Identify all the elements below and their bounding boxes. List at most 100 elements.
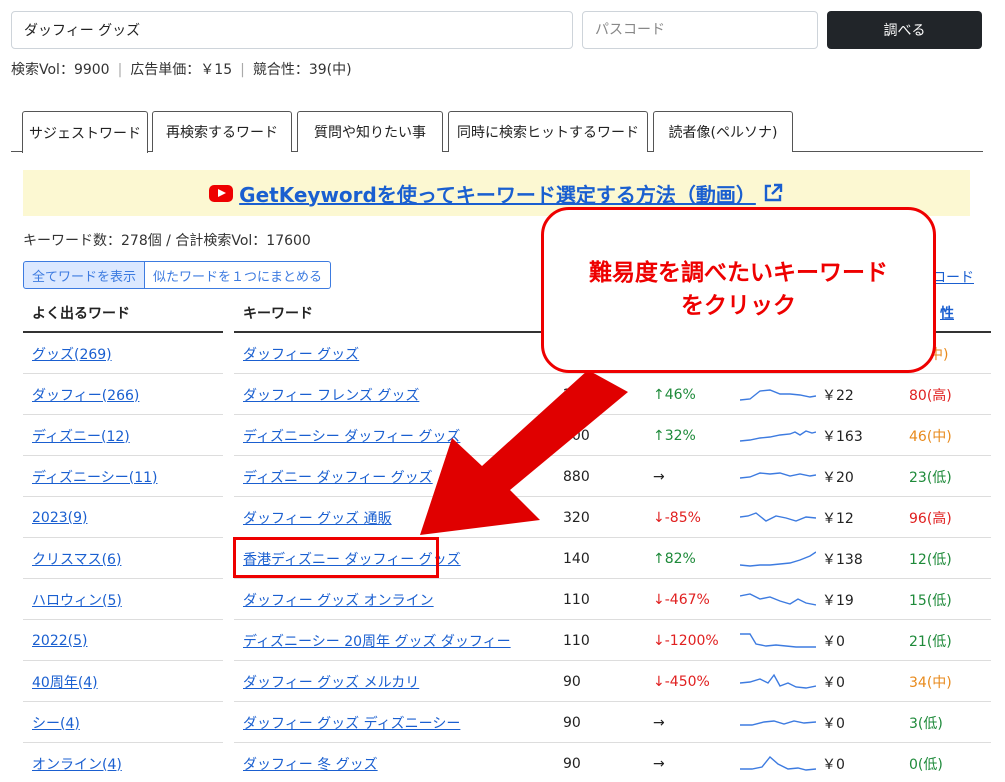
video-guide-link[interactable]: GetKeywordを使ってキーワード選定する方法（動画） — [209, 179, 784, 208]
trend-sparkline — [740, 512, 816, 522]
competition-cell: 23(低) — [909, 469, 952, 486]
keyword-stats: 検索Vol：9900 | 広告単価：￥15 | 競合性：39(中) — [11, 59, 352, 79]
table-row: ハロウィン(5) ダッフィー グッズ オンライン 110 ↓-467% ￥19 15(低) — [0, 579, 1005, 620]
stats-separator: | — [240, 62, 245, 78]
cpc-cell: ￥0 — [822, 633, 845, 650]
trend-sparkline — [740, 389, 816, 401]
frequent-word-link[interactable]: 40周年(4) — [32, 672, 98, 692]
cpc-cell: ￥0 — [822, 715, 845, 732]
trend-sparkline — [740, 430, 816, 442]
volume-cell: 140 — [563, 550, 590, 567]
frequent-word-link[interactable]: シー(4) — [32, 713, 80, 733]
tab-suggest[interactable]: サジェストワード — [22, 111, 148, 153]
table-row: オンライン(4) ダッフィー 冬 グッズ 90 → ￥0 0(低) — [0, 743, 1005, 782]
frequent-word-link[interactable]: オンライン(4) — [32, 754, 122, 774]
trend-sparkline — [740, 673, 816, 689]
trend-cell: ↓-1200% — [653, 632, 719, 649]
search-button[interactable]: 調べる — [827, 11, 982, 49]
tab-questions[interactable]: 質問や知りたい事 — [297, 111, 443, 152]
trend-cell: ↑46% — [653, 386, 696, 403]
volume-cell: 110 — [563, 591, 590, 608]
stats-separator: | — [117, 62, 123, 78]
table-row: 40周年(4) ダッフィー グッズ メルカリ 90 ↓-450% ￥0 34(中) — [0, 661, 1005, 702]
keyword-link[interactable]: ダッフィー グッズ — [243, 344, 359, 364]
cpc-cell: ￥20 — [822, 469, 854, 486]
competition-cell: 3(低) — [909, 715, 943, 732]
cpc-cell: ￥12 — [822, 510, 854, 527]
competition-cell: 96(高) — [909, 510, 952, 527]
trend-cell: ↑82% — [653, 550, 696, 567]
keyword-summary: キーワード数：278個 / 合計検索Vol：17600 — [23, 233, 311, 249]
col-keyword-header: キーワード — [243, 306, 313, 322]
table-row: シー(4) ダッフィー グッズ ディズニーシー 90 → ￥0 3(低) — [0, 702, 1005, 743]
youtube-icon — [209, 184, 234, 202]
cpc-cell: ￥22 — [822, 387, 854, 404]
trend-sparkline — [740, 551, 816, 567]
cpc-cell: ￥138 — [822, 551, 863, 568]
trend-sparkline — [740, 593, 816, 606]
trend-sparkline — [740, 720, 816, 726]
cpc-cell: ￥0 — [822, 756, 845, 773]
highlight-box — [233, 537, 439, 578]
passcode-input[interactable] — [582, 11, 818, 49]
cpc-cell: ￥19 — [822, 592, 854, 609]
frequent-word-link[interactable]: グッズ(269) — [32, 344, 112, 364]
pointer-arrow-icon — [420, 370, 628, 535]
trend-cell: → — [653, 468, 665, 485]
cpc-cell: ￥0 — [822, 674, 845, 691]
trend-sparkline — [740, 755, 816, 771]
trend-cell: ↓-450% — [653, 673, 710, 690]
trend-cell: ↓-467% — [653, 591, 710, 608]
show-all-toggle[interactable]: 全てワードを表示 — [23, 261, 146, 289]
tab-cohit[interactable]: 同時に検索ヒットするワード — [448, 111, 648, 152]
competition-value: 競合性：39(中) — [252, 62, 352, 78]
frequent-word-link[interactable]: ハロウィン(5) — [32, 590, 122, 610]
video-guide-text: GetKeywordを使ってキーワード選定する方法（動画） — [239, 182, 756, 207]
competition-cell: 15(低) — [909, 592, 952, 609]
instruction-callout: 難易度を調べたいキーワード をクリック — [541, 207, 936, 373]
volume-cell: 110 — [563, 632, 590, 649]
competition-cell: 34(中) — [909, 674, 952, 691]
competition-cell: 80(高) — [909, 387, 952, 404]
table-row: 2022(5) ディズニーシー 20周年 グッズ ダッフィー 110 ↓-1200% ￥… — [0, 620, 1005, 661]
keyword-link[interactable]: ディズニーシー 20周年 グッズ ダッフィー — [243, 631, 511, 651]
frequent-word-link[interactable]: ディズニーシー(11) — [32, 467, 157, 487]
keyword-link[interactable]: ダッフィー グッズ メルカリ — [243, 672, 419, 692]
search-volume: 検索Vol：9900 — [11, 62, 110, 78]
volume-cell: 90 — [563, 673, 581, 690]
trend-sparkline — [740, 472, 816, 479]
keyword-link[interactable]: ダッフィー 冬 グッズ — [243, 754, 378, 774]
external-link-icon — [764, 183, 783, 202]
view-toggle: 全てワードを表示 似たワードを１つにまとめる — [23, 261, 332, 289]
keyword-search-input[interactable] — [11, 11, 573, 49]
callout-line-1: 難易度を調べたいキーワード — [589, 259, 888, 286]
keyword-link[interactable]: ダッフィー フレンズ グッズ — [243, 385, 419, 405]
trend-cell: ↑32% — [653, 427, 696, 444]
trend-cell: ↓-85% — [653, 509, 701, 526]
volume-cell: 90 — [563, 714, 581, 731]
frequent-word-link[interactable]: ダッフィー(266) — [32, 385, 139, 405]
keyword-link[interactable]: ダッフィー グッズ 通販 — [243, 508, 392, 528]
frequent-word-link[interactable]: 2022(5) — [32, 633, 87, 649]
competition-cell: 0(低) — [909, 756, 943, 773]
group-similar-toggle[interactable]: 似たワードを１つにまとめる — [145, 261, 332, 289]
tab-persona[interactable]: 読者像(ペルソナ) — [653, 111, 793, 152]
frequent-word-link[interactable]: 2023(9) — [32, 510, 87, 526]
download-link[interactable]: ロード — [932, 267, 974, 287]
tab-research[interactable]: 再検索するワード — [152, 111, 292, 152]
table-row: クリスマス(6) 香港ディズニー ダッフィー グッズ 140 ↑82% ￥138 12(低… — [0, 538, 1005, 579]
volume-cell: 90 — [563, 755, 581, 772]
col-competition-header[interactable]: 性 — [940, 303, 954, 323]
competition-cell: 21(低) — [909, 633, 952, 650]
keyword-link[interactable]: ダッフィー グッズ オンライン — [243, 590, 434, 610]
trend-cell: → — [653, 755, 665, 772]
cpc-value: 広告単価：￥15 — [130, 62, 233, 78]
col-frequent-header: よく出るワード — [32, 306, 130, 322]
cpc-cell: ￥163 — [822, 428, 863, 445]
trend-sparkline — [740, 633, 816, 648]
frequent-word-link[interactable]: ディズニー(12) — [32, 426, 130, 446]
keyword-link[interactable]: ダッフィー グッズ ディズニーシー — [243, 713, 460, 733]
competition-cell: 12(低) — [909, 551, 952, 568]
trend-cell: → — [653, 714, 665, 731]
frequent-word-link[interactable]: クリスマス(6) — [32, 549, 121, 569]
